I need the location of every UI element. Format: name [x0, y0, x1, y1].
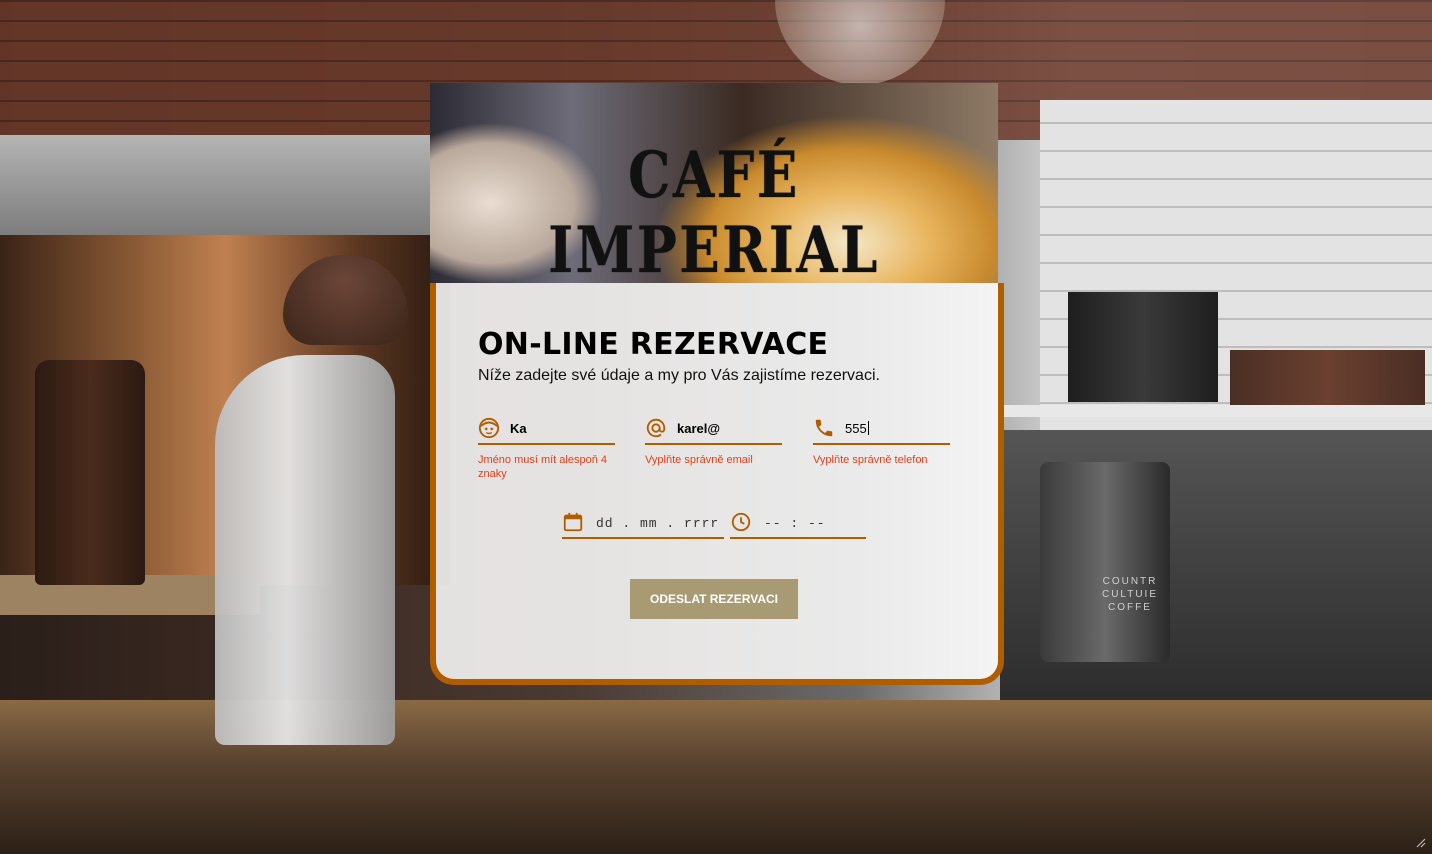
face-icon [478, 417, 500, 439]
calendar-icon [563, 512, 583, 532]
phone-value: 555 [845, 421, 867, 436]
coffee-bag [1040, 462, 1170, 662]
jars [1230, 350, 1425, 405]
time-placeholder: -- : -- [764, 516, 826, 531]
bottles [35, 360, 145, 585]
date-field[interactable]: dd . mm . rrrr [562, 507, 724, 539]
at-sign-icon [646, 418, 666, 438]
email-value: karel@ [677, 421, 721, 436]
phone-icon [815, 419, 833, 437]
date-placeholder: dd . mm . rrrr [596, 516, 720, 531]
steel-hood [0, 135, 440, 235]
reservation-card: CAFÉ IMPERIAL ON-LINE REZERVACE Níže zad… [430, 83, 1004, 685]
time-field[interactable]: -- : -- [730, 507, 866, 539]
name-error: Jméno musí mít alespoň 4 znaky [478, 454, 608, 480]
email-error: Vyplňte správně email [645, 454, 753, 466]
name-value: Ka [510, 421, 527, 436]
hero-banner: CAFÉ IMPERIAL [430, 83, 998, 283]
brand-logo: CAFÉ IMPERIAL [548, 138, 880, 283]
resize-handle-icon[interactable] [1414, 836, 1426, 848]
coffee-bag-label: COUNTR CULTUIE COFFE [1101, 576, 1159, 613]
shelf [1000, 405, 1432, 417]
clock-icon [731, 512, 751, 532]
phone-field[interactable]: 555 [813, 413, 950, 445]
phone-error: Vyplňte správně telefon [813, 454, 928, 466]
name-field[interactable]: Ka [478, 413, 615, 445]
submit-button[interactable]: ODESLAT REZERVACI [630, 579, 798, 619]
coffee-cans [1068, 292, 1218, 402]
email-field[interactable]: karel@ [645, 413, 782, 445]
form-subtitle: Níže zadejte své údaje a my pro Vás zaji… [478, 367, 880, 384]
form-title: ON-LINE REZERVACE [478, 327, 829, 362]
page-background: COUNTR CULTUIE COFFE CAFÉ IMPERIAL ON-LI… [0, 0, 1432, 854]
text-caret [867, 421, 869, 435]
coffee-grinder [215, 355, 395, 745]
